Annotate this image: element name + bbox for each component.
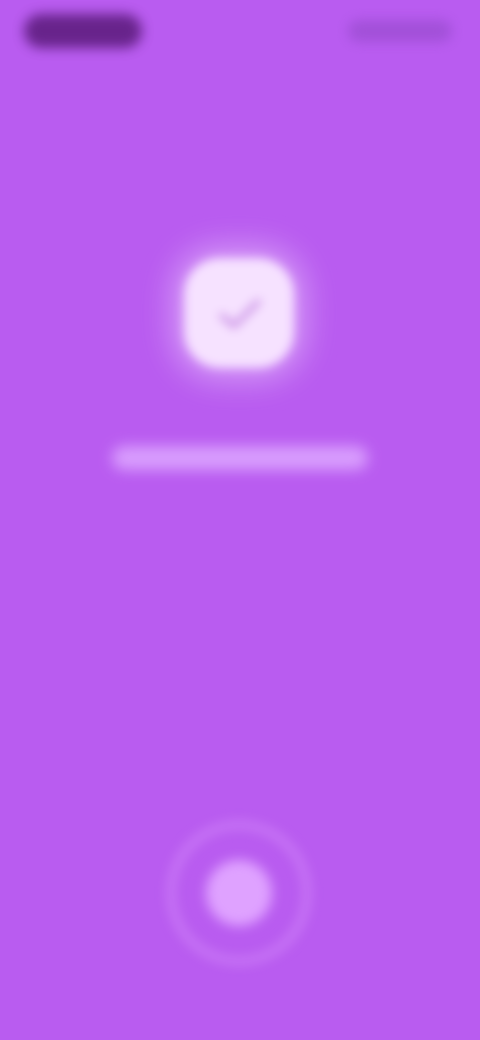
status-message [112, 446, 368, 470]
checkmark-icon [184, 258, 294, 368]
status-bar [0, 0, 480, 64]
success-badge [184, 258, 294, 368]
screen [0, 0, 480, 1040]
status-icons [348, 20, 452, 42]
status-time [24, 14, 142, 48]
record-button-icon[interactable] [206, 860, 272, 926]
